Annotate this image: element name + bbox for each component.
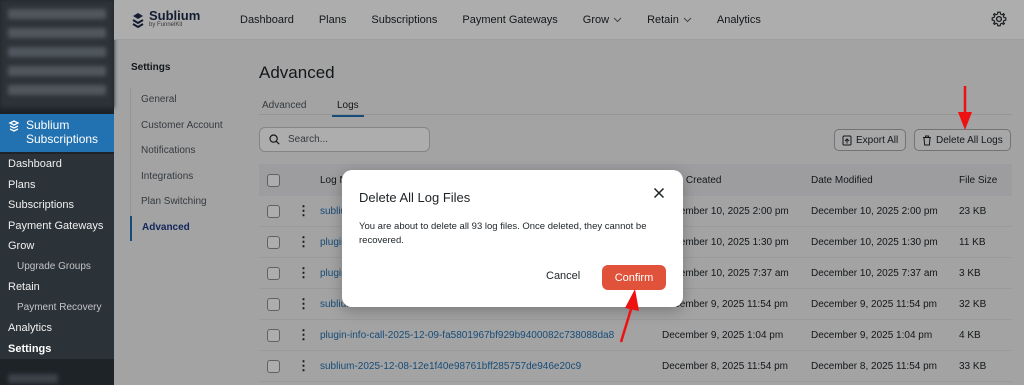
sidebar-submenu-item[interactable]: Plans [0,175,114,196]
sidebar-submenu-item[interactable]: Subscriptions [0,195,114,216]
sidebar-submenu-item[interactable]: Analytics [0,318,114,339]
sidebar-submenu-item[interactable]: Upgrade Groups [0,257,114,278]
blurred-menu-items [0,0,114,108]
sidebar-submenu-item[interactable]: Retain [0,277,114,298]
sidebar-submenu: Dashboard Plans Subscriptions Payment Gatew… [0,154,114,359]
sublium-icon [8,120,20,132]
modal-message: You are about to delete all 93 log files… [359,221,647,246]
sidebar-current-label: Sublium Subscriptions [26,118,99,146]
sidebar-submenu-item[interactable]: Grow [0,236,114,257]
annotation-arrow-icon [958,86,972,130]
sidebar-item-sublium[interactable]: Sublium Subscriptions [0,114,114,152]
annotation-arrow-icon [619,289,639,343]
modal-title: Delete All Log Files [359,190,471,205]
close-icon[interactable] [653,187,665,199]
sidebar-submenu-item[interactable]: Payment Recovery [0,298,114,319]
sidebar-submenu-item[interactable]: Settings [0,339,114,360]
cancel-button[interactable]: Cancel [546,270,580,282]
sidebar-submenu-item[interactable]: Payment Gateways [0,216,114,237]
wp-admin-sidebar: Sublium Subscriptions Dashboard Plans Subs… [0,0,114,385]
blurred-menu-items [0,360,114,385]
sidebar-submenu-item[interactable]: Dashboard [0,154,114,175]
